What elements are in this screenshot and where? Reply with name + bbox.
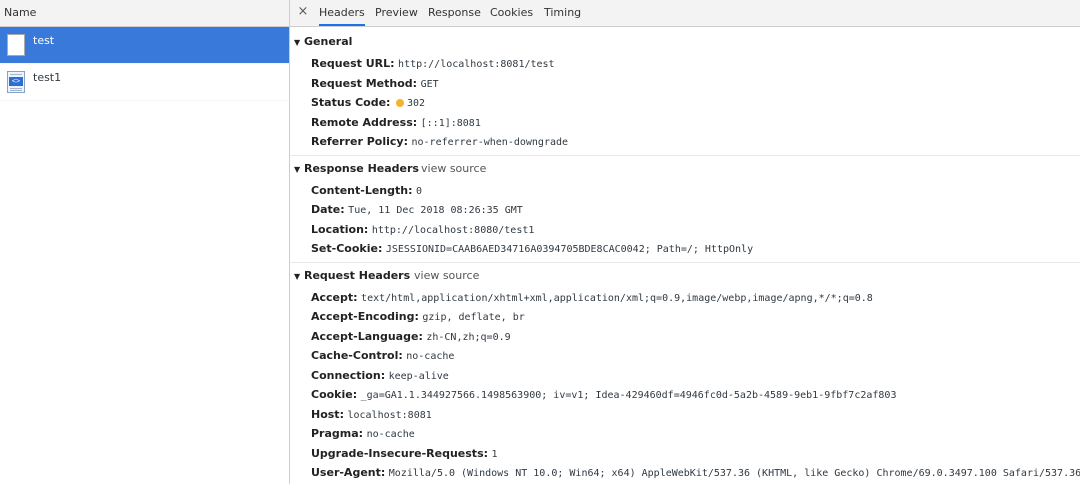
section-title: General	[304, 35, 353, 48]
header-key: Set-Cookie:	[311, 242, 383, 255]
tab-timing[interactable]: Timing	[544, 0, 581, 26]
header-row: Accept: text/html,application/xhtml+xml,…	[290, 288, 1080, 308]
header-key: Connection:	[311, 368, 386, 382]
header-row: Cookie: _ga=GA1.1.344927566.1498563900; …	[290, 385, 1080, 405]
header-key: Status Code:	[311, 96, 391, 109]
tab-response[interactable]: Response	[428, 0, 481, 26]
header-value: no-referrer-when-downgrade	[411, 137, 569, 148]
header-key: Request Method:	[311, 76, 418, 90]
header-value: GET	[420, 78, 439, 90]
header-row: Remote Address: [::1]:8081	[290, 113, 1080, 133]
header-value: Mozilla/5.0 (Windows NT 10.0; Win64; x64…	[388, 468, 1080, 479]
header-value: [::1]:8081	[420, 117, 481, 129]
header-row: Pragma: no-cache	[290, 424, 1080, 444]
blank-file-icon	[7, 34, 25, 56]
status-dot-icon	[395, 99, 404, 107]
header-key: Accept:	[311, 290, 358, 304]
request-headers-section: ▼ Request Headers view source Accept: tex…	[290, 263, 1080, 483]
document-line	[10, 88, 22, 89]
header-key: Request URL:	[311, 57, 395, 70]
header-value: localhost:8081	[347, 409, 432, 421]
header-key: Referrer Policy:	[311, 135, 408, 148]
header-value: 1	[491, 448, 498, 460]
request-row-test1[interactable]: <> test1	[0, 64, 289, 101]
header-key: Host:	[311, 407, 344, 421]
header-value: JSESSIONID=CAAB6AED34716A0394705BDE8CAC0…	[385, 244, 754, 255]
header-row: Accept-Encoding: gzip, deflate, br	[290, 307, 1080, 327]
header-row: Request URL: http://localhost:8081/test	[290, 54, 1080, 74]
view-source-link[interactable]: view source	[421, 156, 486, 181]
request-row-test[interactable]: test	[0, 27, 289, 64]
response-headers-section: ▼ Response Headers view source Content-Le…	[290, 156, 1080, 263]
request-details-panel: × Headers Preview Response Cookies Timin…	[290, 0, 1080, 484]
header-value: no-cache	[406, 351, 455, 362]
header-value: zh-CN,zh;q=0.9	[426, 331, 511, 343]
section-title: Response Headers	[304, 161, 419, 175]
header-value: gzip, deflate, br	[422, 312, 525, 323]
tab-cookies[interactable]: Cookies	[490, 0, 533, 26]
header-row: Host: localhost:8081	[290, 405, 1080, 425]
header-value: http://localhost:8080/test1	[371, 224, 535, 236]
header-row: Connection: keep-alive	[290, 366, 1080, 386]
request-list-panel: Name test <> test1	[0, 0, 290, 484]
header-row: Referrer Policy: no-referrer-when-downgr…	[290, 132, 1080, 152]
html-tag-glyph: <>	[9, 77, 23, 86]
header-key: Pragma:	[311, 427, 364, 440]
expand-triangle-icon: ▼	[294, 38, 301, 47]
header-value: _ga=GA1.1.344927566.1498563900; iv=v1; I…	[360, 390, 897, 401]
header-value: http://localhost:8081/test	[398, 59, 555, 70]
header-row: User-Agent: Mozilla/5.0 (Windows NT 10.0…	[290, 463, 1080, 483]
header-key: Cookie:	[311, 388, 358, 401]
section-title: Request Headers	[304, 268, 411, 282]
header-value: keep-alive	[388, 370, 449, 382]
expand-triangle-icon: ▼	[294, 164, 301, 174]
header-key: Accept-Encoding:	[311, 310, 419, 323]
close-icon[interactable]: ×	[296, 5, 310, 19]
header-row: Status Code: 302	[290, 93, 1080, 113]
header-row: Content-Length: 0	[290, 181, 1080, 201]
header-value: no-cache	[366, 429, 415, 440]
header-row: Date: Tue, 11 Dec 2018 08:26:35 GMT	[290, 200, 1080, 220]
general-section: ▼ General Request URL: http://localhost:8…	[290, 27, 1080, 156]
name-column-header[interactable]: Name	[0, 0, 289, 27]
general-section-header[interactable]: ▼ General	[290, 29, 1080, 54]
document-line	[10, 74, 22, 75]
tab-preview[interactable]: Preview	[375, 0, 418, 26]
header-key: User-Agent:	[311, 466, 386, 479]
request-headers-section-header[interactable]: ▼ Request Headers view source	[290, 263, 1080, 288]
header-key: Remote Address:	[311, 115, 418, 129]
header-key: Date:	[311, 203, 345, 216]
details-tab-bar: × Headers Preview Response Cookies Timin…	[290, 0, 1080, 27]
header-key: Accept-Language:	[311, 329, 423, 343]
header-key: Content-Length:	[311, 183, 413, 197]
header-key: Location:	[311, 222, 369, 236]
request-name: test1	[33, 71, 62, 84]
header-row: Upgrade-Insecure-Requests: 1	[290, 444, 1080, 464]
header-value: 0	[416, 185, 423, 197]
tab-headers[interactable]: Headers	[319, 0, 365, 26]
view-source-link[interactable]: view source	[414, 263, 479, 288]
response-headers-section-header[interactable]: ▼ Response Headers view source	[290, 156, 1080, 181]
header-value: text/html,application/xhtml+xml,applicat…	[361, 292, 873, 304]
request-name: test	[33, 34, 55, 47]
header-key: Upgrade-Insecure-Requests:	[311, 446, 489, 460]
header-value: Tue, 11 Dec 2018 08:26:35 GMT	[348, 205, 523, 216]
expand-triangle-icon: ▼	[294, 271, 301, 281]
header-key: Cache-Control:	[311, 349, 403, 362]
html-document-icon: <>	[7, 71, 25, 93]
header-row: Accept-Language: zh-CN,zh;q=0.9	[290, 327, 1080, 347]
document-line	[10, 90, 22, 91]
header-row: Request Method: GET	[290, 74, 1080, 94]
header-value: 302	[406, 98, 425, 109]
header-row: Set-Cookie: JSESSIONID=CAAB6AED34716A039…	[290, 239, 1080, 259]
header-row: Location: http://localhost:8080/test1	[290, 220, 1080, 240]
header-row: Cache-Control: no-cache	[290, 346, 1080, 366]
